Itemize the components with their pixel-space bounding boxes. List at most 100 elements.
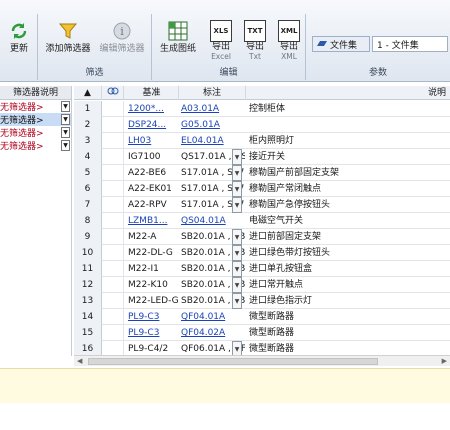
base-cell[interactable]: 1200*... (125, 101, 179, 117)
base-text[interactable]: 1200*... (128, 104, 164, 114)
sort-header[interactable]: ▲ (74, 86, 102, 100)
mark-expand-icon[interactable]: ▼ (232, 229, 242, 245)
filter-dropdown-icon[interactable]: ▼ (61, 114, 70, 125)
grid-header: ▲ 基准 标注 说明 (74, 86, 450, 100)
row-icon-cell (102, 309, 124, 325)
filter-row[interactable]: 无筛选器> ▼ (0, 126, 71, 139)
row-number: 14 (74, 309, 102, 325)
row-icon-cell (102, 213, 124, 229)
row-icon-cell (102, 133, 124, 149)
mark-cell[interactable]: QS04.01A (179, 213, 245, 229)
filter-row[interactable]: 无筛选器> ▼ (0, 113, 71, 126)
table-row[interactable]: 6A22-EK01S17.01A , S17.0...▼穆勒国产常闭触点 (74, 181, 450, 197)
edit-filter-button[interactable]: i 编辑筛选器 (96, 20, 148, 54)
refresh-icon (8, 20, 30, 42)
table-row[interactable]: 3 LH03 EL04.01A 柜内照明灯 (74, 133, 450, 149)
row-icon-cell (102, 245, 124, 261)
base-cell: IG7100 (125, 149, 179, 165)
fileset-select[interactable]: 1 - 文件集 (372, 36, 448, 52)
row-number: 5 (74, 165, 102, 181)
ribbon: 更新 添加筛选器 i 编辑筛选器 筛选 生成图纸 XLS 导出 Excel TX… (0, 0, 450, 82)
table-row[interactable]: 11M22-I1SB20.01A , SB2...▼进口单孔按钮盒 (74, 261, 450, 277)
mark-expand-icon[interactable]: ▼ (232, 165, 242, 181)
filter-dropdown-icon[interactable]: ▼ (61, 140, 70, 151)
mark-cell[interactable]: EL04.01A (179, 133, 245, 149)
table-row[interactable]: 9M22-ASB20.01A , SB2...▼进口前部固定支架 (74, 229, 450, 245)
scrollbar-thumb[interactable] (88, 358, 378, 365)
table-row[interactable]: 13M22-LED-GSB20.01A , SB2...▼进口绿色指示灯 (74, 293, 450, 309)
desc-cell: 进口绿色带灯按钮头 (249, 248, 331, 258)
filter-row[interactable]: 无筛选器> ▼ (0, 139, 71, 152)
txt-label: TXT (247, 27, 263, 35)
mark-expand-icon[interactable]: ▼ (232, 149, 242, 165)
mark-text[interactable]: QS04.01A (181, 216, 226, 226)
base-cell[interactable]: DSP24... (125, 117, 179, 133)
mark-cell[interactable]: A03.01A (179, 101, 245, 117)
mark-expand-icon[interactable]: ▼ (232, 277, 242, 293)
desc-cell: 穆勒国产急停按钮头 (249, 200, 331, 210)
scroll-left-icon[interactable]: ◀ (77, 357, 82, 365)
param-label-text: 文件集 (330, 40, 358, 51)
base-text: A22-RPV (128, 200, 167, 210)
filter-panel: 筛选器说明 无筛选器> ▼ 无筛选器> ▼ 无筛选器> ▼ 无筛选器> ▼ (0, 86, 72, 356)
scroll-right-icon[interactable]: ▶ (442, 357, 447, 365)
base-cell[interactable]: LH03 (125, 133, 179, 149)
filter-dropdown-icon[interactable]: ▼ (61, 127, 70, 138)
export-txt-button[interactable]: TXT 导出 Txt (240, 20, 270, 62)
base-text[interactable]: PL9-C3 (128, 312, 159, 322)
mark-expand-icon[interactable]: ▼ (232, 293, 242, 309)
table-row[interactable]: 4IG7100QS17.01A , QS17.0...▼接近开关 (74, 149, 450, 165)
filter-row-label: 无筛选器> (0, 103, 44, 113)
refresh-label: 更新 (9, 44, 28, 54)
row-icon-cell (102, 117, 124, 133)
base-text[interactable]: DSP24... (128, 120, 166, 130)
add-filter-button[interactable]: 添加筛选器 (42, 20, 94, 54)
base-cell: M22-K10 (125, 277, 179, 293)
refresh-button[interactable]: 更新 (4, 20, 34, 54)
mark-expand-icon[interactable]: ▼ (232, 181, 242, 197)
base-text[interactable]: LZMB1... (128, 216, 167, 226)
mark-text[interactable]: EL04.01A (181, 136, 224, 146)
base-cell[interactable]: PL9-C3 (125, 325, 179, 341)
desc-column-header[interactable]: 说明 (246, 86, 450, 100)
mark-expand-icon[interactable]: ▼ (232, 197, 242, 213)
generate-drawing-button[interactable]: 生成图纸 (156, 20, 200, 54)
row-icon-header[interactable] (102, 86, 124, 100)
base-cell[interactable]: LZMB1... (125, 213, 179, 229)
base-cell[interactable]: PL9-C3 (125, 309, 179, 325)
edit-group: 生成图纸 XLS 导出 Excel TXT 导出 Txt XML 导出 XML … (152, 14, 306, 80)
desc-cell: 穆勒国产常闭触点 (249, 184, 322, 194)
mark-expand-icon[interactable]: ▼ (232, 245, 242, 261)
base-text[interactable]: LH03 (128, 136, 151, 146)
table-row[interactable]: 12M22-K10SB20.01A , SB2...▼进口常开触点 (74, 277, 450, 293)
export-xml-button[interactable]: XML 导出 XML (274, 20, 304, 62)
mark-expand-icon[interactable]: ▼ (232, 261, 242, 277)
table-row[interactable]: 15 PL9-C3 QF04.02A 微型断路器 (74, 325, 450, 341)
export-excel-label: 导出 (211, 42, 230, 52)
filter-row[interactable]: 无筛选器> ▼ (0, 100, 71, 113)
table-row[interactable]: 1 1200*... A03.01A 控制柜体 (74, 101, 450, 117)
table-row[interactable]: 7A22-RPVS17.01A , S17.0...▼穆勒国产急停按钮头 (74, 197, 450, 213)
base-column-header[interactable]: 基准 (125, 86, 179, 100)
refresh-group: 更新 (0, 14, 38, 80)
row-icon-cell (102, 293, 124, 309)
horizontal-scrollbar[interactable]: ◀ ▶ (74, 355, 450, 366)
mark-text[interactable]: QF04.02A (181, 328, 225, 338)
table-row[interactable]: 2 DSP24... G05.01A (74, 117, 450, 133)
mark-text[interactable]: A03.01A (181, 104, 219, 114)
filter-row-label: 无筛选器> (0, 116, 44, 126)
table-row[interactable]: 14 PL9-C3 QF04.01A 微型断路器 (74, 309, 450, 325)
base-text[interactable]: PL9-C3 (128, 328, 159, 338)
filter-dropdown-icon[interactable]: ▼ (61, 101, 70, 112)
table-row[interactable]: 5A22-BE6S17.01A , S17.0...▼穆勒国产前部固定支架 (74, 165, 450, 181)
mark-column-header[interactable]: 标注 (179, 86, 246, 100)
mark-cell[interactable]: G05.01A (179, 117, 245, 133)
mark-cell[interactable]: QF04.01A (179, 309, 245, 325)
export-excel-button[interactable]: XLS 导出 Excel (206, 20, 236, 62)
table-row[interactable]: 10M22-DL-GSB20.01A , SB2...▼进口绿色带灯按钮头 (74, 245, 450, 261)
row-icon-cell (102, 261, 124, 277)
table-row[interactable]: 8 LZMB1... QS04.01A 电磁空气开关 (74, 213, 450, 229)
mark-text[interactable]: QF04.01A (181, 312, 225, 322)
mark-cell[interactable]: QF04.02A (179, 325, 245, 341)
mark-text[interactable]: G05.01A (181, 120, 220, 130)
